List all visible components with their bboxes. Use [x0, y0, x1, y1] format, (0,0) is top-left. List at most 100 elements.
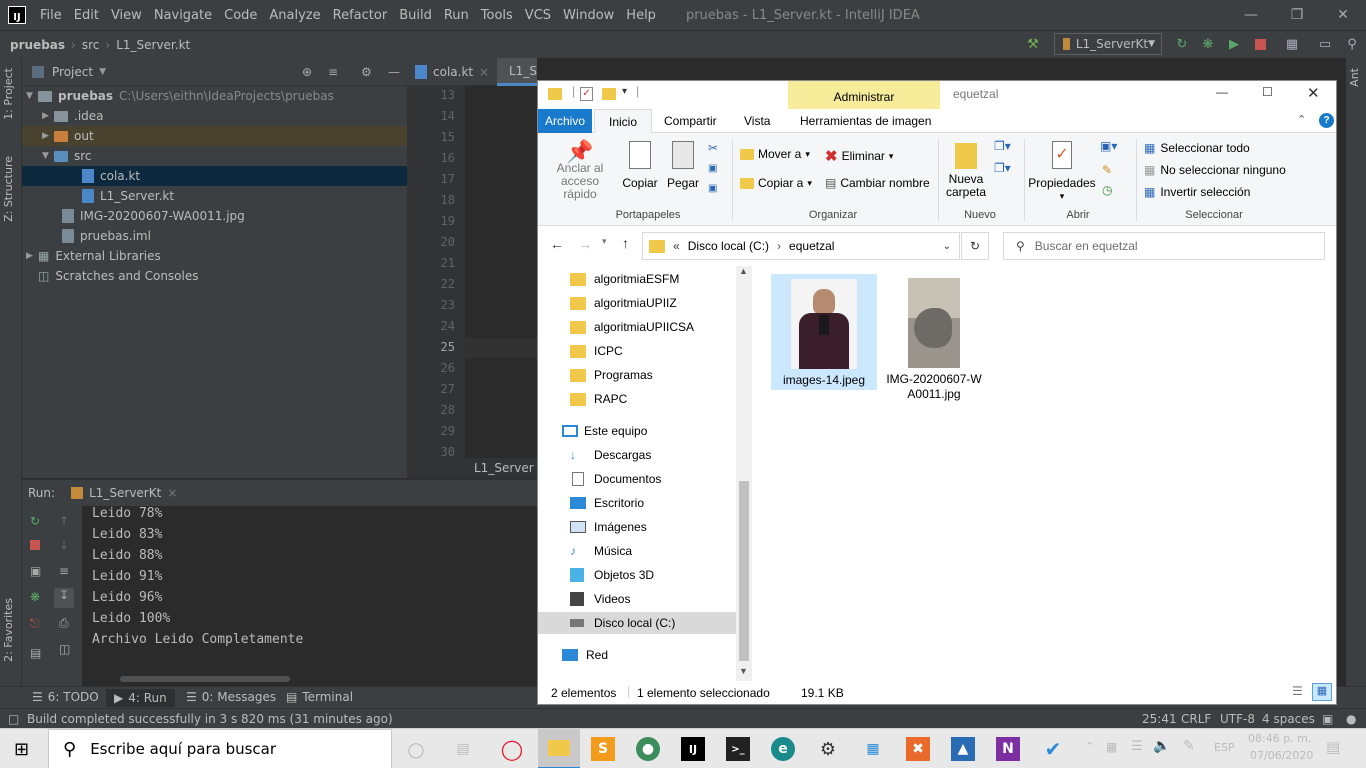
project-tool-button[interactable]: 1: Project [2, 68, 15, 120]
move-to-button[interactable]: Mover a ▾ [740, 147, 810, 161]
select-all-button[interactable]: ▦ Seleccionar todo [1144, 141, 1250, 155]
menu-file[interactable]: File [34, 8, 68, 23]
down-arrow-icon[interactable]: ↓ [59, 538, 69, 552]
locate-icon[interactable]: ⊕ [302, 65, 312, 79]
help-icon[interactable]: ? [1319, 113, 1334, 128]
pen-icon[interactable]: ✎ [1183, 738, 1195, 754]
search-icon[interactable]: ⚲ [1343, 35, 1361, 53]
nav-item-local-disk[interactable]: Disco local (C:) [538, 612, 736, 634]
coverage-icon[interactable]: ▶ [1225, 35, 1243, 53]
menu-tools[interactable]: Tools [475, 8, 519, 23]
cortana-icon[interactable]: ○ [404, 737, 428, 761]
taskbar-search-input[interactable]: ⚲ Escribe aquí para buscar [48, 729, 392, 768]
collapse-all-icon[interactable]: ≡ [328, 65, 338, 79]
tool-run[interactable]: ▶ 4: Run [106, 689, 175, 707]
tree-item-idea[interactable]: ▶ .idea [42, 106, 104, 126]
search-input[interactable]: ⚲ Buscar en equetzal [1003, 232, 1325, 260]
large-icons-view-icon[interactable]: ▦ [1312, 683, 1332, 701]
edit-icon[interactable]: ✎ [1102, 163, 1112, 177]
menu-build[interactable]: Build [393, 8, 438, 23]
properties-quick-icon[interactable]: ✓ [580, 87, 593, 101]
editor-breadcrumb-label[interactable]: L1_Server [474, 461, 534, 475]
refresh-icon[interactable]: ↻ [961, 232, 989, 260]
windows-start-icon[interactable]: ⊞ [14, 739, 29, 760]
scroll-to-end-icon[interactable]: ↧ [54, 588, 74, 608]
nav-item-music[interactable]: ♪ Música [538, 540, 738, 562]
tree-item-pruebas[interactable]: ▼ pruebas C:\Users\eithn\IdeaProjects\pr… [26, 86, 334, 106]
breadcrumb-src[interactable]: src [76, 38, 100, 52]
project-structure-icon[interactable]: ▦ [1283, 35, 1301, 53]
run-console[interactable]: Leido 78% Leido 83% Leido 88% Leido 91% … [82, 506, 537, 686]
todo-check-icon[interactable]: ✔ [1041, 737, 1065, 761]
breadcrumb-file[interactable]: L1_Server.kt [110, 38, 190, 52]
nav-item-folder[interactable]: ICPC [538, 340, 738, 362]
network-tray-icon[interactable]: ▦ [1106, 740, 1117, 754]
back-arrow-icon[interactable]: ← [550, 236, 564, 252]
tool-messages[interactable]: ☰ 0: Messages [186, 690, 276, 704]
maximize-button[interactable]: ❐ [1274, 0, 1320, 30]
close-tab-icon[interactable]: × [479, 65, 489, 79]
soft-wrap-icon[interactable]: ≡ [59, 564, 69, 578]
invert-selection-button[interactable]: ▦ Invertir selección [1144, 185, 1250, 199]
onenote-icon[interactable]: N [996, 737, 1020, 761]
address-overflow[interactable]: « [673, 239, 680, 253]
edge-icon[interactable]: e [771, 737, 795, 761]
tool-terminal[interactable]: ▤ Terminal [286, 690, 353, 704]
chevron-down-icon[interactable]: ▼ [99, 67, 106, 77]
tab-archivo[interactable]: Archivo [538, 109, 592, 133]
file-item[interactable]: images-14.jpeg [771, 274, 877, 390]
volume-icon[interactable]: 🔈 [1153, 738, 1170, 754]
scroll-down-icon[interactable]: ▼ [739, 666, 748, 676]
sublime-icon[interactable]: S [591, 737, 615, 761]
hide-panel-icon[interactable]: — [388, 65, 400, 79]
history-icon[interactable]: ◷ [1102, 183, 1112, 197]
event-log-icon[interactable]: ● [1346, 712, 1356, 726]
nav-item-desktop[interactable]: Escritorio [538, 492, 738, 514]
notifications-icon[interactable]: ▤ [1326, 738, 1340, 756]
tree-item-out[interactable]: ▶ out [22, 126, 407, 146]
nav-item-documents[interactable]: Documentos [538, 468, 738, 490]
tree-item-iml[interactable]: pruebas.iml [62, 226, 151, 246]
task-view-icon[interactable]: ▤ [451, 737, 475, 761]
tab-inicio[interactable]: Inicio [594, 109, 652, 133]
nav-item-videos[interactable]: Videos [538, 588, 738, 610]
chevron-down-icon[interactable]: ⌄ [943, 241, 951, 252]
scroll-thumb[interactable] [739, 481, 749, 661]
code-editor[interactable] [465, 86, 537, 458]
up-arrow-icon[interactable]: ↑ [59, 514, 69, 528]
structure-tool-button[interactable]: Z: Structure [2, 156, 15, 222]
caret-position[interactable]: 25:41 [1142, 712, 1177, 726]
rerun-icon[interactable]: ↻ [30, 514, 40, 528]
scroll-up-icon[interactable]: ▲ [739, 266, 748, 276]
menu-code[interactable]: Code [218, 8, 263, 23]
rename-button[interactable]: ▤ Cambiar nombre [825, 176, 930, 190]
nav-item-network[interactable]: Red [538, 644, 738, 666]
bug-icon[interactable]: ❋ [30, 590, 40, 604]
recent-locations-icon[interactable]: ▾ [602, 236, 607, 247]
delete-button[interactable]: ✖ Eliminar ▾ [825, 147, 893, 165]
clock-time[interactable]: 08:46 p. m. [1248, 732, 1311, 745]
cut-icon[interactable]: ✂ [708, 141, 718, 155]
close-button[interactable]: ✕ [1307, 84, 1320, 102]
layout-icon[interactable]: ▤ [30, 646, 41, 660]
paste-button[interactable]: Pegar [664, 141, 702, 190]
camera-icon[interactable]: ▣ [30, 564, 41, 578]
nav-item-folder[interactable]: algoritmiaESFM [538, 268, 738, 290]
breadcrumb-project[interactable]: pruebas [0, 38, 65, 52]
tool-todo[interactable]: ☰ 6: TODO [32, 690, 99, 704]
maximize-button[interactable]: ☐ [1262, 85, 1273, 99]
up-arrow-icon[interactable]: ↑ [622, 235, 629, 251]
horizontal-scrollbar[interactable] [120, 676, 290, 682]
menu-edit[interactable]: Edit [68, 8, 105, 23]
debug-icon[interactable]: ❋ [1199, 35, 1217, 53]
nav-item-this-pc[interactable]: Este equipo [538, 420, 738, 442]
close-tab-icon[interactable]: × [167, 486, 177, 500]
layout-icon[interactable]: ▭ [1316, 35, 1334, 53]
tree-item-scratches[interactable]: ◫ Scratches and Consoles [38, 266, 198, 286]
menu-run[interactable]: Run [438, 8, 475, 23]
menu-help[interactable]: Help [620, 8, 662, 23]
indent-setting[interactable]: 4 spaces [1262, 712, 1315, 726]
copy-path-icon[interactable]: ▣ [708, 163, 717, 174]
maps-icon[interactable]: ● [636, 737, 660, 761]
nav-item-pictures[interactable]: Imágenes [538, 516, 738, 538]
